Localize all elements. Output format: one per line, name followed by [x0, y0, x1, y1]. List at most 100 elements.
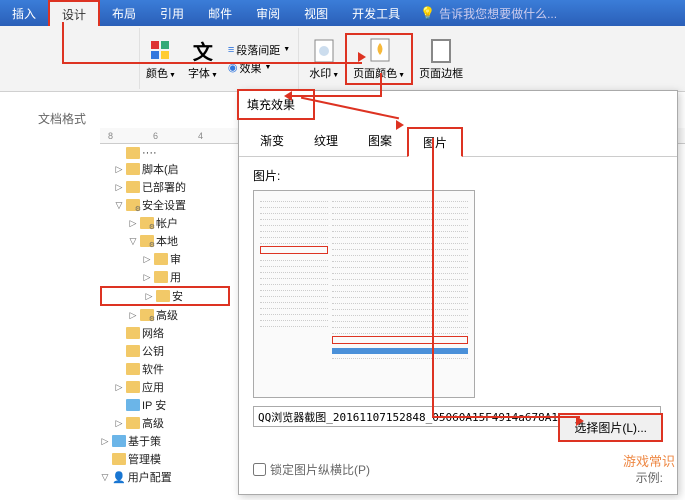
- bulb-icon: 💡: [420, 6, 435, 20]
- watermark-text: 游戏常识: [623, 451, 675, 470]
- folder-icon: [126, 363, 140, 375]
- folder-icon: [154, 271, 168, 283]
- lock-aspect-checkbox[interactable]: 锁定图片纵横比(P): [253, 461, 663, 478]
- expand-icon[interactable]: ▽: [100, 472, 110, 483]
- tree-item-label: 帐户: [156, 215, 178, 231]
- tree-item[interactable]: ····: [100, 146, 230, 160]
- folder-icon: [112, 453, 126, 465]
- tree-item-label: 本地: [156, 233, 178, 249]
- tree-item-label: 管理模: [128, 451, 161, 467]
- expand-icon[interactable]: ▷: [114, 164, 124, 175]
- folder-icon: [126, 399, 140, 411]
- tab-pattern[interactable]: 图案: [353, 126, 407, 156]
- expand-icon[interactable]: ▷: [142, 272, 152, 283]
- tree-item-label: 应用: [142, 379, 164, 395]
- menubar: 插入 设计 布局 引用 邮件 审阅 视图 开发工具 💡 告诉我您想要做什么...: [0, 0, 685, 26]
- folder-icon: [126, 327, 140, 339]
- folder-icon: [140, 217, 154, 229]
- expand-icon[interactable]: ▽: [128, 236, 138, 247]
- menu-layout[interactable]: 布局: [100, 0, 148, 26]
- folder-icon: [126, 381, 140, 393]
- tree-item[interactable]: ▽👤用户配置: [100, 468, 230, 486]
- tree-item[interactable]: 管理模: [100, 450, 230, 468]
- tree-item[interactable]: ▷ 高级: [100, 306, 230, 324]
- tree-item-label: 安: [172, 288, 183, 304]
- expand-icon[interactable]: ▷: [114, 182, 124, 193]
- tree-item[interactable]: ▷用: [100, 268, 230, 286]
- tree-item[interactable]: 软件: [100, 360, 230, 378]
- page-color-button[interactable]: 页面颜色▼: [345, 33, 413, 85]
- expand-icon[interactable]: ▷: [144, 291, 154, 302]
- tree-item[interactable]: ▷ 基于策: [100, 432, 230, 450]
- folder-icon: [154, 253, 168, 265]
- para-spacing-button[interactable]: ≡段落间距▼: [228, 42, 290, 58]
- tell-me[interactable]: 💡 告诉我您想要做什么...: [420, 5, 557, 22]
- page-color-icon: [365, 37, 393, 65]
- folder-icon: [126, 163, 140, 175]
- folder-icon: [140, 235, 154, 247]
- ribbon: 颜色▼ 文 字体▼ ≡段落间距▼ ◉效果▼ 水印▼ 页面颜色▼ 页面边框: [0, 26, 685, 92]
- menu-view[interactable]: 视图: [292, 0, 340, 26]
- folder-icon: [140, 309, 154, 321]
- tree-item[interactable]: ▷安: [100, 286, 230, 306]
- tree-item[interactable]: ▷ 应用: [100, 378, 230, 396]
- expand-icon[interactable]: ▷: [100, 436, 110, 447]
- ribbon-small-opts: ≡段落间距▼ ◉效果▼: [224, 40, 294, 78]
- tree-item-label: 用户配置: [128, 469, 172, 485]
- watermark-button[interactable]: 水印▼: [303, 35, 345, 83]
- dialog-title: 填充效果: [237, 89, 315, 120]
- expand-icon[interactable]: ▷: [128, 218, 138, 229]
- effects-button[interactable]: ◉效果▼: [228, 60, 290, 76]
- tree-item-label: 安全设置: [142, 197, 186, 213]
- tab-picture[interactable]: 图片: [407, 127, 463, 157]
- dialog-tabs: 渐变 纹理 图案 图片: [239, 126, 677, 157]
- menu-design[interactable]: 设计: [48, 0, 100, 26]
- tree-item-label: 公钥: [142, 343, 164, 359]
- expand-icon[interactable]: ▽: [114, 200, 124, 211]
- tree-item[interactable]: ▷ 帐户: [100, 214, 230, 232]
- doc-format-label: 文档格式: [38, 110, 86, 127]
- tree-item-label: 网络: [142, 325, 164, 341]
- page-border-icon: [427, 37, 455, 65]
- menu-references[interactable]: 引用: [148, 0, 196, 26]
- colors-button[interactable]: 颜色▼: [140, 35, 182, 83]
- tree-item[interactable]: ▽ 安全设置: [100, 196, 230, 214]
- page-border-button[interactable]: 页面边框: [413, 35, 469, 83]
- tree-item-label: 高级: [156, 307, 178, 323]
- colors-icon: [147, 37, 175, 65]
- folder-icon: [126, 199, 140, 211]
- tree-item[interactable]: 网络: [100, 324, 230, 342]
- tree-item[interactable]: ▷ 高级: [100, 414, 230, 432]
- tree-item-label: ····: [142, 147, 157, 159]
- tree-item-label: 脚本(启: [142, 161, 179, 177]
- folder-icon: [126, 181, 140, 193]
- tree-item[interactable]: ▷审: [100, 250, 230, 268]
- tree-panel: ····▷脚本(启▷已部署的▽安全设置▷帐户▽本地▷审▷用▷安▷高级网络公钥软件…: [100, 146, 230, 486]
- tree-item[interactable]: IP 安: [100, 396, 230, 414]
- tab-texture[interactable]: 纹理: [299, 126, 353, 156]
- tree-item-label: IP 安: [142, 397, 166, 413]
- expand-icon[interactable]: ▷: [128, 310, 138, 321]
- user-icon: 👤: [112, 471, 126, 484]
- folder-icon: [126, 417, 140, 429]
- tree-item[interactable]: ▷ 脚本(启: [100, 160, 230, 178]
- tab-gradient[interactable]: 渐变: [245, 126, 299, 156]
- tree-item-label: 基于策: [128, 433, 161, 449]
- expand-icon[interactable]: ▷: [142, 254, 152, 265]
- tree-item-label: 高级: [142, 415, 164, 431]
- menu-devtools[interactable]: 开发工具: [340, 0, 412, 26]
- tree-item[interactable]: ▽ 本地: [100, 232, 230, 250]
- folder-icon: [112, 435, 126, 447]
- expand-icon[interactable]: ▷: [114, 418, 124, 429]
- watermark-icon: [310, 37, 338, 65]
- menu-review[interactable]: 审阅: [244, 0, 292, 26]
- tree-item[interactable]: ▷已部署的: [100, 178, 230, 196]
- expand-icon[interactable]: ▷: [114, 382, 124, 393]
- select-picture-button[interactable]: 选择图片(L)...: [558, 413, 663, 442]
- folder-icon: [156, 290, 170, 302]
- lock-aspect-input[interactable]: [253, 463, 266, 476]
- menu-insert[interactable]: 插入: [0, 0, 48, 26]
- menu-mailings[interactable]: 邮件: [196, 0, 244, 26]
- fonts-button[interactable]: 文 字体▼: [182, 35, 224, 83]
- tree-item[interactable]: 公钥: [100, 342, 230, 360]
